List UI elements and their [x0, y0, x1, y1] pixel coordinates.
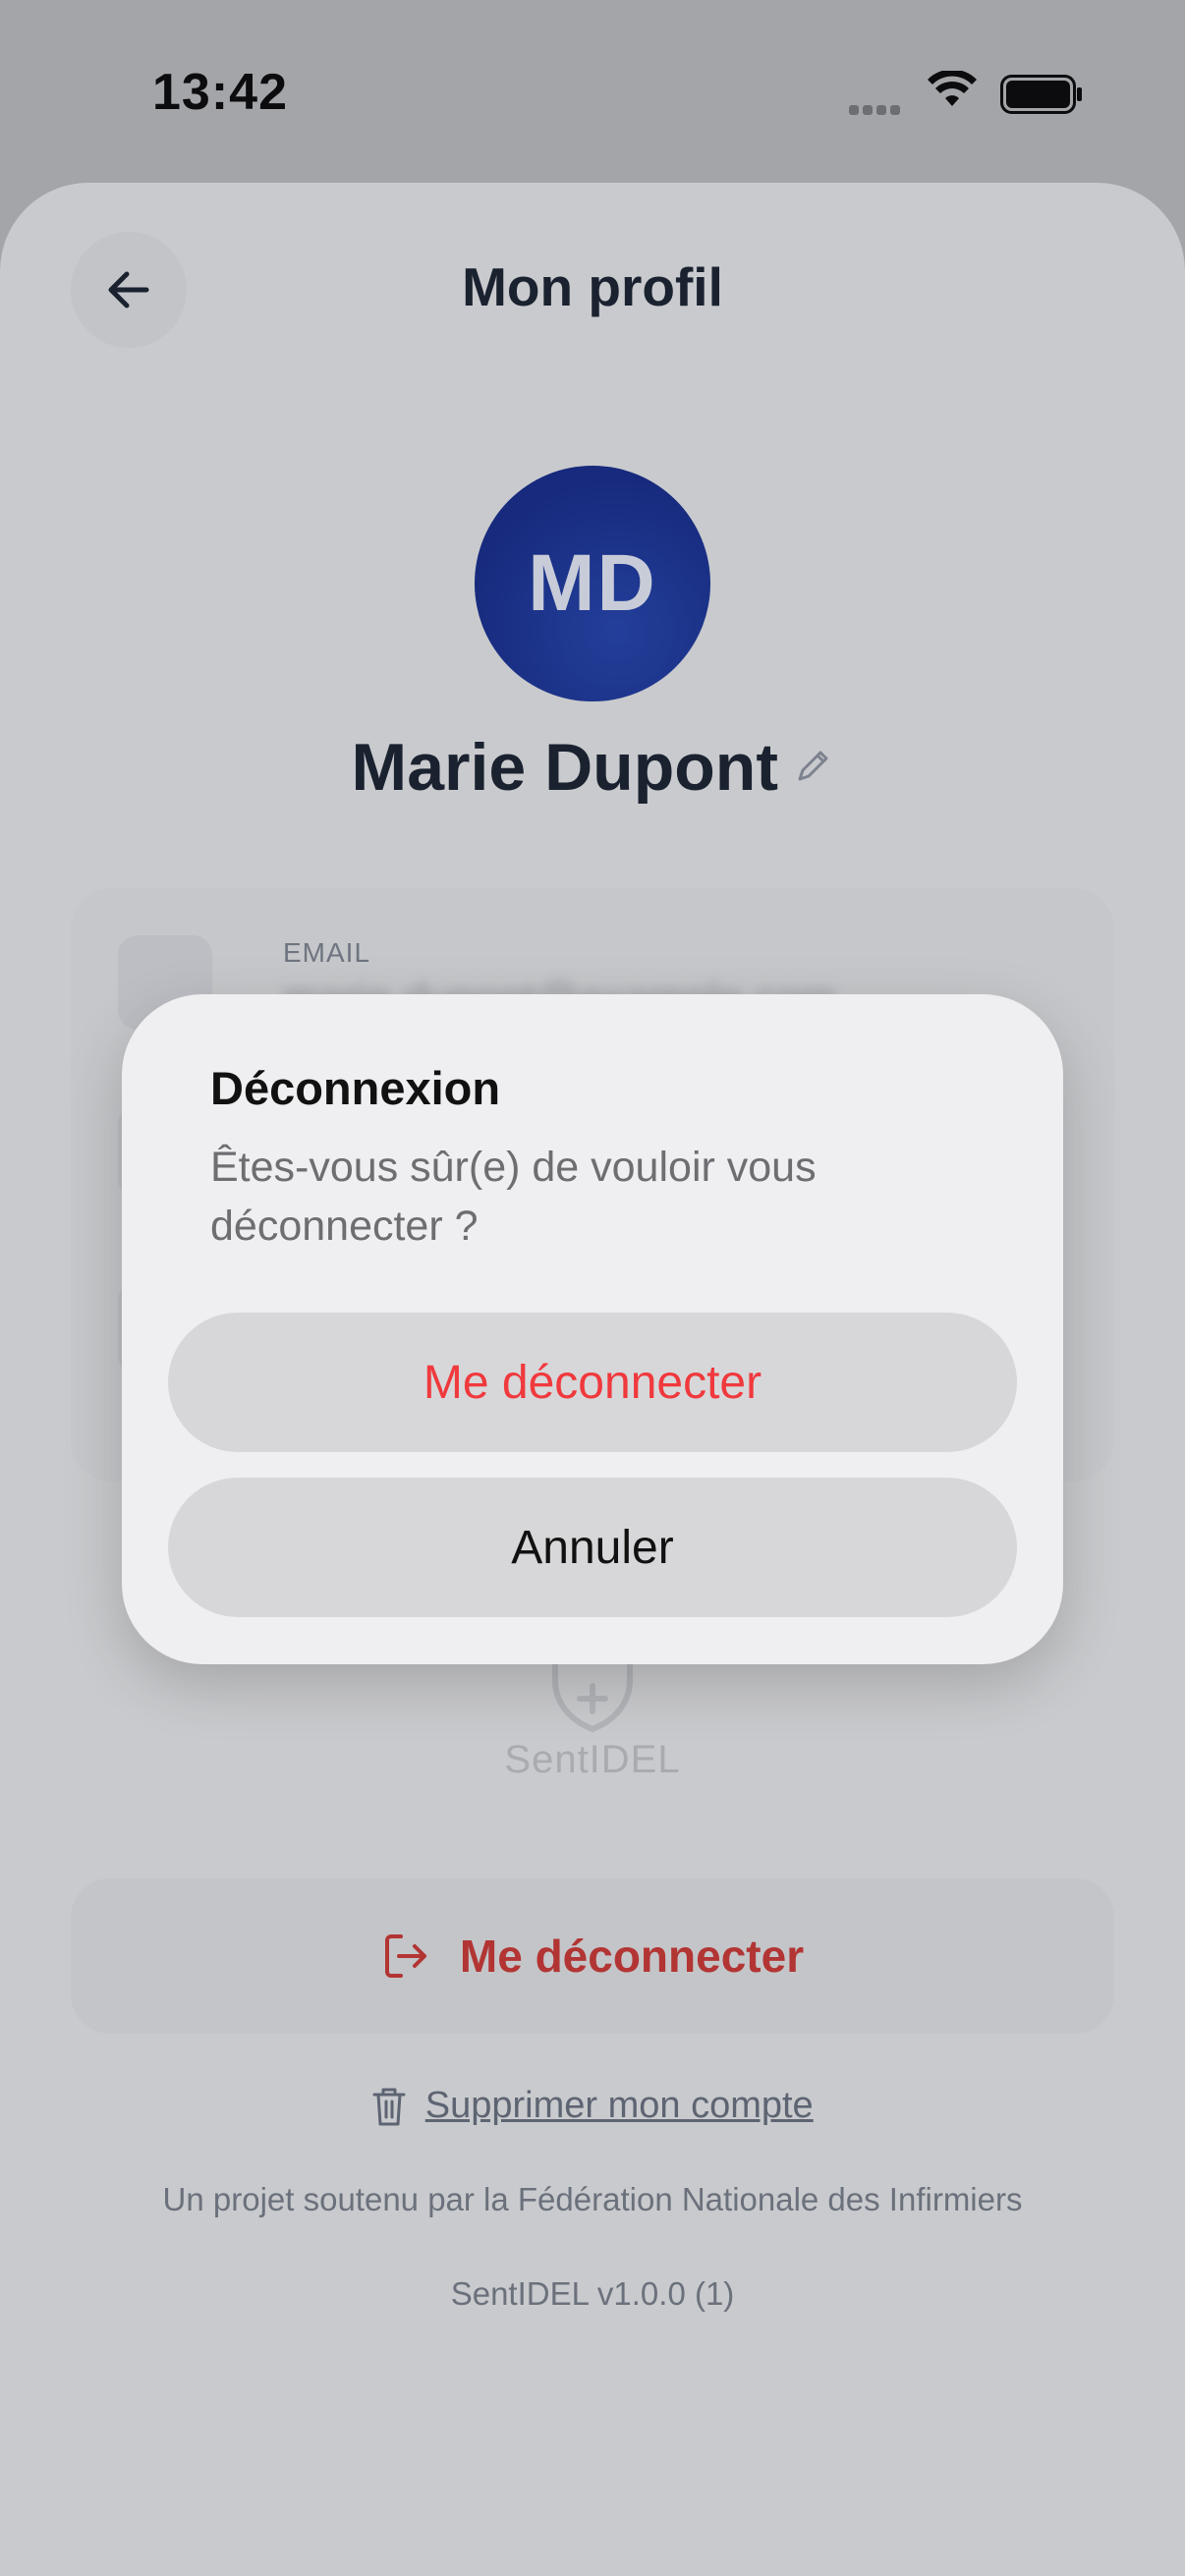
sponsor-text: Un projet soutenu par la Fédération Nati… — [162, 2181, 1023, 2217]
confirm-logout-button[interactable]: Me déconnecter — [168, 1313, 1017, 1452]
wifi-icon — [928, 71, 977, 106]
logout-button[interactable]: Me déconnecter — [71, 1878, 1114, 2034]
status-bar: 13:42 — [0, 0, 1185, 187]
delete-account-link[interactable]: Supprimer mon compte — [0, 2085, 1185, 2127]
version-text: SentIDEL v1.0.0 (1) — [450, 2275, 735, 2312]
logout-icon — [384, 1934, 426, 1978]
alert-title: Déconnexion — [210, 1062, 501, 1114]
page-title: Mon profil — [462, 256, 723, 317]
status-time: 13:42 — [152, 64, 288, 121]
logout-label: Me déconnecter — [459, 1931, 805, 1982]
pencil-icon[interactable] — [794, 746, 833, 790]
cellular-signal-icon — [849, 102, 904, 120]
cancel-button[interactable]: Annuler — [168, 1478, 1017, 1617]
brand-name: SentIDEL — [504, 1738, 681, 1781]
info-label-email: EMAIL — [283, 937, 371, 968]
avatar-initials: MD — [528, 538, 657, 628]
alert-message: Êtes-vous sûr(e) de vouloir vous déconne… — [210, 1144, 817, 1250]
delete-account-label: Supprimer mon compte — [424, 2085, 814, 2126]
logout-alert-dialog: Déconnexion Êtes-vous sûr(e) de vouloir … — [122, 994, 1063, 1664]
avatar: MD — [475, 466, 710, 701]
user-name: Marie Dupont — [351, 730, 778, 805]
user-name-row: Marie Dupont — [0, 729, 1185, 806]
battery-icon — [1000, 75, 1082, 114]
trash-icon — [372, 2088, 406, 2125]
